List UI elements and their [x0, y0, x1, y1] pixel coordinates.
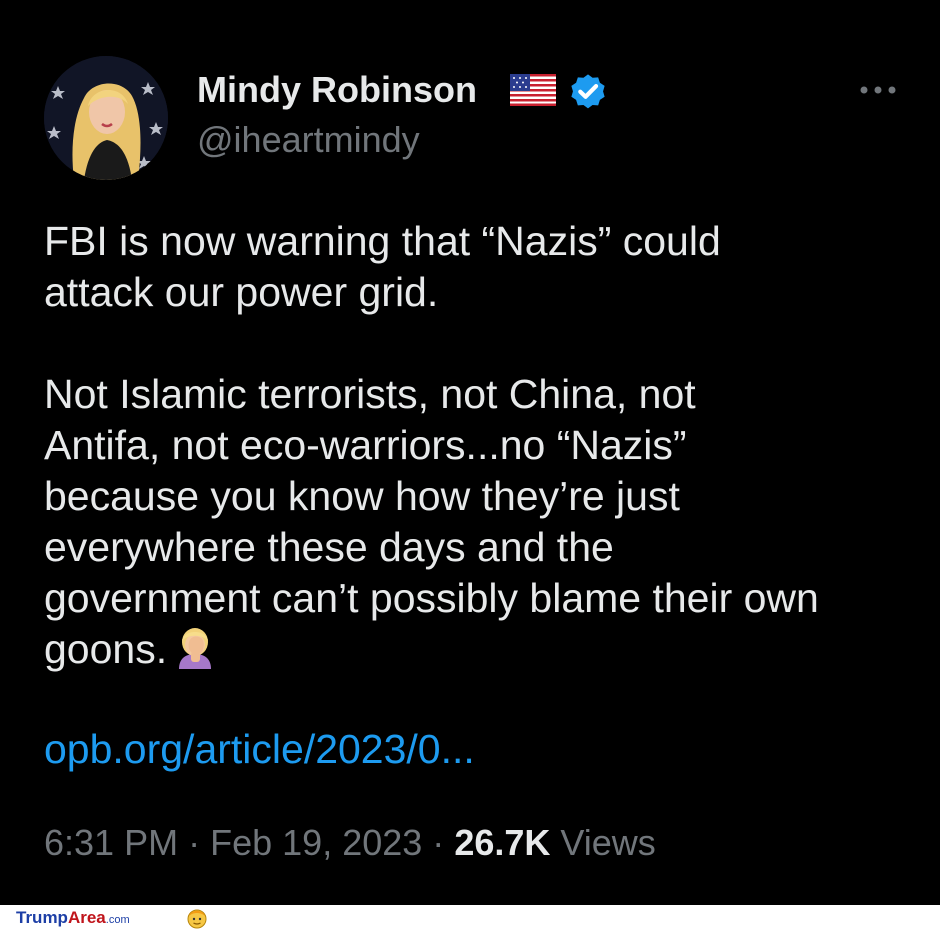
mascot-face-icon	[187, 909, 207, 929]
tweet-date[interactable]: Feb 19, 2023	[210, 822, 422, 863]
logo-area: Area	[67, 908, 106, 927]
face-palm-emoji-icon	[179, 628, 212, 669]
avatar[interactable]	[44, 56, 168, 180]
logo-trump: Trump	[16, 908, 68, 927]
watermark-footer: TrumpArea.com	[0, 905, 940, 931]
tweet-card: Mindy Robinson @iheartmindy FBI is now w…	[0, 0, 940, 905]
article-link[interactable]: opb.org/article/2023/0...	[44, 724, 475, 775]
site-logo[interactable]: TrumpArea.com	[16, 908, 130, 930]
display-name[interactable]: Mindy Robinson	[197, 68, 477, 112]
tweet-text-line: government can’t possibly blame their ow…	[44, 575, 819, 621]
verified-badge-icon	[571, 74, 605, 109]
avatar-image	[44, 56, 168, 180]
tweet-text-line: FBI is now warning that “Nazis” could	[44, 218, 721, 264]
tweet-text-line: attack our power grid.	[44, 269, 439, 315]
views-count: 26.7K	[454, 822, 551, 863]
tweet-text-line: everywhere these days and the	[44, 524, 614, 570]
meta-separator: ·	[188, 822, 201, 863]
tweet-text-line: Antifa, not eco-warriors...no “Nazis”	[44, 422, 687, 468]
tweet-text: FBI is now warning that “Nazis” could at…	[44, 216, 924, 675]
more-options-icon[interactable]	[856, 80, 900, 100]
meta-separator: ·	[432, 822, 445, 863]
handle[interactable]: @iheartmindy	[197, 118, 420, 162]
tweet-text-line: because you know how they’re just	[44, 473, 680, 519]
us-flag-icon	[510, 74, 556, 106]
tweet-text-line: goons.	[44, 626, 168, 672]
logo-suffix: .com	[105, 914, 130, 926]
tweet-meta: 6:31 PM · Feb 19, 2023 · 26.7K Views	[44, 820, 656, 866]
tweet-text-last-line: goons.	[44, 624, 924, 675]
tweet-time[interactable]: 6:31 PM	[44, 822, 178, 863]
views-label: Views	[560, 822, 656, 863]
tweet-text-line: Not Islamic terrorists, not China, not	[44, 371, 696, 417]
